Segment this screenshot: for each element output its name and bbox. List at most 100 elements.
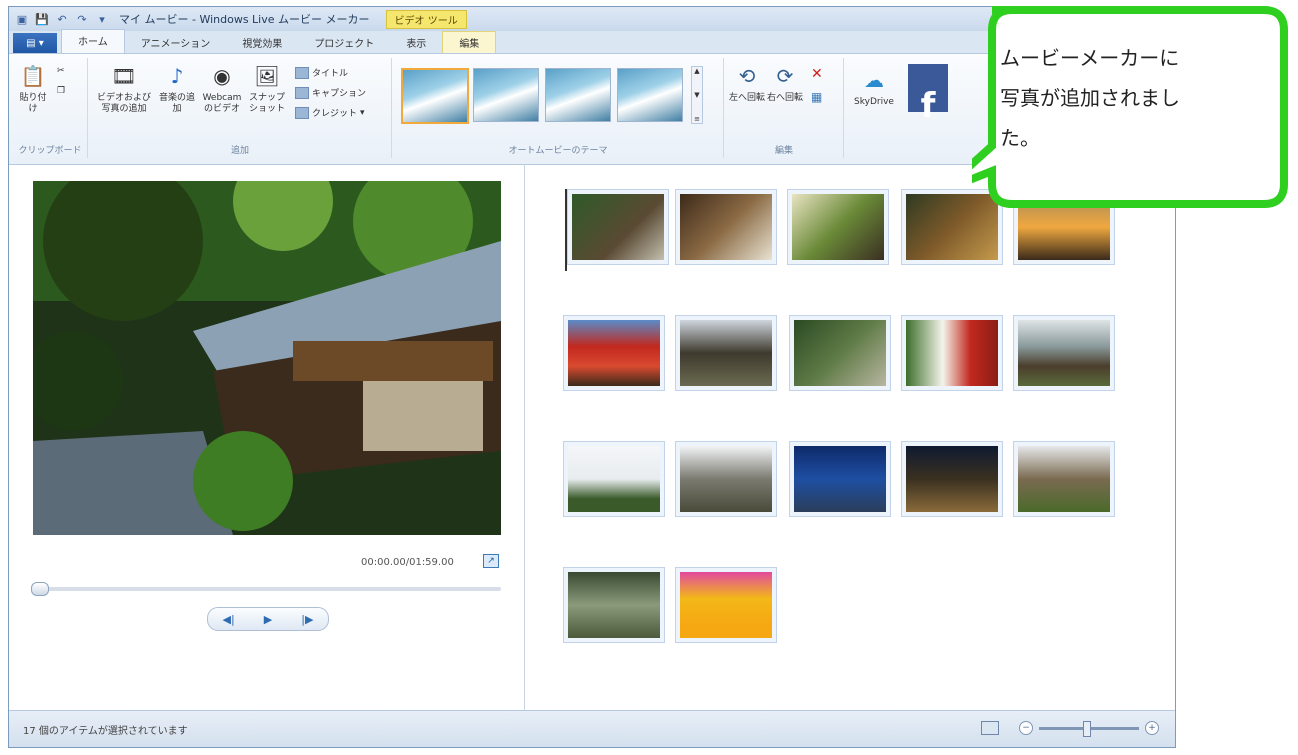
tab-home[interactable]: ホーム [61, 29, 125, 53]
quick-access-toolbar: ▣ 💾 ↶ ↷ ▾ [9, 12, 109, 26]
scroll-down-icon: ▼ [694, 91, 700, 99]
caption-icon [295, 86, 309, 99]
zoom-slider-thumb[interactable] [1083, 720, 1091, 737]
seek-thumb[interactable] [31, 582, 49, 596]
zoom-control: − + [981, 720, 1159, 737]
title-label: タイトル [312, 69, 349, 79]
gallery-more-icon: ≡ [694, 115, 700, 123]
zoom-out-icon[interactable]: − [1019, 721, 1033, 735]
storyboard-clip[interactable] [675, 189, 777, 265]
storyboard-clip[interactable] [563, 567, 665, 643]
selection-status: 17 個のアイテムが選択されています [23, 725, 188, 737]
rotate-right-button[interactable]: ⟳ 右へ回転 [767, 62, 803, 104]
rotate-right-icon: ⟳ [776, 63, 794, 88]
seek-bar[interactable] [31, 582, 501, 596]
file-menu-button[interactable]: ▤ ▾ [13, 33, 57, 53]
preview-image[interactable] [33, 181, 501, 535]
rotate-left-button[interactable]: ⟲ 左へ回転 [729, 62, 765, 104]
clip-thumbnail [572, 194, 664, 260]
popout-preview-icon[interactable]: ↗ [483, 554, 499, 568]
cut-button[interactable]: ✂ [57, 66, 65, 76]
clipboard-group: 📋 貼り付け ✂ ❐ クリップボード [13, 58, 88, 158]
clip-thumbnail [794, 446, 886, 512]
play-icon[interactable]: ▶ [264, 613, 272, 626]
window-title: マイ ムービー - Windows Live ムービー メーカー [119, 13, 370, 26]
save-icon[interactable]: 💾 [35, 12, 49, 26]
clip-thumbnail [680, 572, 772, 638]
edit-group: ⟲ 左へ回転 ⟳ 右へ回転 ✕ ▦ 編集 [725, 58, 844, 158]
callout-line: 写真が追加されまし [1000, 86, 1180, 110]
caption-button[interactable]: キャプション [295, 86, 366, 99]
webcam-label: Webcam のビデオ [202, 93, 242, 114]
monitor-icon[interactable] [981, 721, 999, 735]
storyboard-clip[interactable] [675, 567, 777, 643]
storyboard-clip[interactable] [675, 441, 777, 517]
webcam-button[interactable]: ◉ Webcam のビデオ [199, 62, 245, 115]
storyboard-clip[interactable] [563, 315, 665, 391]
add-group: 🎞 ビデオおよび写真の追加 ♪ 音楽の追加 ◉ Webcam のビデオ 🖼 スナ… [89, 58, 392, 158]
storyboard-clip[interactable] [1013, 441, 1115, 517]
clip-thumbnail [906, 446, 998, 512]
credit-button[interactable]: クレジット ▾ [295, 106, 365, 119]
context-tab-title: ビデオ ツール [385, 9, 467, 29]
undo-icon[interactable]: ↶ [55, 12, 69, 26]
clip-thumbnail [568, 320, 660, 386]
storyboard-clip[interactable] [901, 315, 1003, 391]
tab-project[interactable]: プロジェクト [298, 32, 390, 53]
snapshot-button[interactable]: 🖼 スナップショット [247, 62, 287, 115]
app-icon[interactable]: ▣ [15, 12, 29, 26]
zoom-slider[interactable] [1039, 720, 1139, 737]
edit-group-label: 編集 [774, 146, 793, 156]
status-bar: 17 個のアイテムが選択されています − + [9, 710, 1175, 747]
clipboard-group-label: クリップボード [18, 146, 82, 156]
clip-thumbnail [1018, 320, 1110, 386]
skydrive-button[interactable]: ☁ SkyDrive [851, 66, 897, 108]
previous-frame-icon[interactable]: ◀| [223, 613, 235, 626]
skydrive-label: SkyDrive [854, 97, 894, 107]
tab-animation[interactable]: アニメーション [125, 32, 227, 53]
zoom-in-icon[interactable]: + [1145, 721, 1159, 735]
storyboard-clip[interactable] [563, 441, 665, 517]
remove-button[interactable]: ✕ [811, 66, 823, 82]
clip-thumbnail [680, 194, 772, 260]
storyboard-clip[interactable] [901, 441, 1003, 517]
playback-controls: ◀| ▶ |▶ [207, 607, 329, 631]
tab-view[interactable]: 表示 [390, 32, 442, 53]
theme-thumbnail[interactable] [401, 68, 469, 124]
tab-visual-effects[interactable]: 視覚効果 [226, 32, 298, 53]
title-button[interactable]: タイトル [295, 66, 348, 79]
theme-thumbnail[interactable] [545, 68, 611, 122]
select-all-button[interactable]: ▦ [811, 90, 822, 104]
storyboard-clip[interactable] [567, 189, 669, 265]
storyboard-clip[interactable] [789, 315, 891, 391]
callout-text: ムービーメーカーに 写真が追加されまし た。 [1000, 38, 1270, 158]
theme-thumbnail[interactable] [473, 68, 539, 122]
grid-icon: ▦ [811, 90, 823, 104]
facebook-button[interactable]: f [907, 64, 949, 123]
rotate-left-icon: ⟲ [738, 63, 756, 88]
copy-icon: ❐ [57, 86, 66, 96]
tab-edit[interactable]: 編集 [442, 31, 497, 53]
storyboard-clip[interactable] [789, 441, 891, 517]
theme-gallery-scroll[interactable]: ▲ ▼ ≡ [691, 66, 703, 124]
customize-qat-icon[interactable]: ▾ [95, 12, 109, 26]
film-photo-icon: 🎞 [111, 63, 137, 88]
facebook-icon: f [908, 64, 948, 123]
next-frame-icon[interactable]: |▶ [301, 613, 313, 626]
clipboard-icon: 📋 [20, 63, 46, 88]
chevron-down-icon: ▾ [360, 107, 365, 118]
copy-button[interactable]: ❐ [57, 86, 65, 96]
storyboard-clip[interactable] [1013, 315, 1115, 391]
add-video-photo-button[interactable]: 🎞 ビデオおよび写真の追加 [93, 62, 155, 115]
callout-line: た。 [1000, 126, 1040, 150]
redo-icon[interactable]: ↷ [75, 12, 89, 26]
storyboard-clip[interactable] [675, 315, 777, 391]
add-video-photo-label: ビデオおよび写真の追加 [96, 93, 151, 114]
paste-button[interactable]: 📋 貼り付け [17, 62, 49, 115]
share-group: ☁ SkyDrive f [845, 58, 975, 158]
theme-thumbnail[interactable] [617, 68, 683, 122]
rotate-left-label: 左へ回転 [729, 93, 766, 103]
clip-thumbnail [906, 320, 998, 386]
storyboard-clip[interactable] [787, 189, 889, 265]
add-music-button[interactable]: ♪ 音楽の追加 [157, 62, 197, 115]
